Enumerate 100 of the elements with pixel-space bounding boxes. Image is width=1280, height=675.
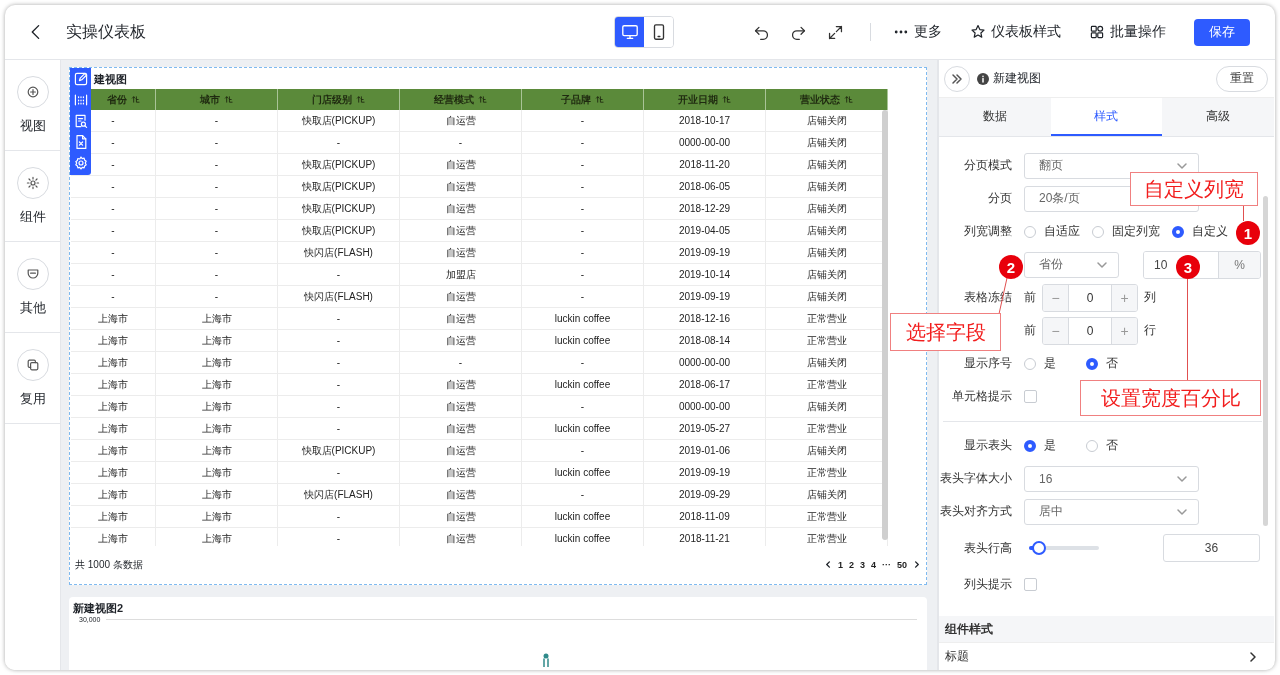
table-cell: - (522, 286, 644, 307)
table-cell: - (71, 242, 156, 263)
tab[interactable]: 样式 (1050, 98, 1163, 136)
column-header[interactable]: 城市 (156, 89, 278, 110)
table-cell: - (156, 132, 278, 153)
column-header[interactable]: 门店级别 (278, 89, 400, 110)
table-cell: 0000-00-00 (644, 352, 766, 373)
table-cell: - (156, 264, 278, 285)
field-label: 分页模式 (963, 157, 1012, 174)
table-cell: 自运营 (400, 242, 522, 263)
table-cell: 自运营 (400, 110, 522, 131)
table-cell: 快取店(PICKUP) (278, 154, 400, 175)
table-cell: 自运营 (400, 330, 522, 351)
reset-button[interactable]: 重置 (1216, 65, 1268, 92)
page-button[interactable]: 2 (848, 559, 854, 570)
table-cell: 0000-00-00 (644, 132, 766, 153)
table-cell: - (522, 264, 644, 285)
toolbar-button[interactable]: 仪表板样式 (970, 23, 1061, 41)
dropdown[interactable]: 16 (1024, 465, 1199, 492)
table-cell: 上海市 (156, 330, 278, 351)
table-cell: - (522, 198, 644, 219)
table-cell: 快闪店(FLASH) (278, 484, 400, 505)
table-cell: 2018-12-29 (644, 198, 766, 219)
column-header[interactable]: 经营模式 (400, 89, 522, 110)
table-cell: - (71, 220, 156, 241)
toolbar-button[interactable]: 更多 (893, 23, 942, 41)
table-cell: 2019-09-29 (644, 484, 766, 505)
radio-option[interactable]: 否 (1086, 437, 1118, 454)
table-cell: 2018-12-16 (644, 308, 766, 329)
table-cell: 快取店(PICKUP) (278, 110, 400, 131)
page-title: 实操仪表板 (66, 21, 146, 42)
table-cell: - (522, 484, 644, 505)
section-row[interactable]: 标题 (939, 642, 1274, 670)
radio-option[interactable]: 自定义 (1172, 223, 1228, 240)
table-cell: 自运营 (400, 528, 522, 546)
column-header[interactable]: 营业状态 (766, 89, 888, 110)
number-value: 0 (1068, 284, 1112, 311)
radio-option[interactable]: 是 (1024, 437, 1056, 454)
page-button[interactable]: 3 (859, 559, 865, 570)
table-cell: 自运营 (400, 506, 522, 527)
toolbar-button[interactable]: 批量操作 (1089, 23, 1166, 41)
table-cell: - (278, 528, 400, 546)
table-cell: 上海市 (71, 506, 156, 527)
page-button[interactable]: 50 (897, 559, 907, 570)
table-cell: - (71, 264, 156, 285)
table-cell: 自运营 (400, 418, 522, 439)
table-cell: 2018-10-17 (644, 110, 766, 131)
column-header[interactable]: 省份 (92, 89, 156, 110)
table-cell: - (71, 198, 156, 219)
save-button[interactable]: 保存 (1194, 18, 1250, 46)
radio-option[interactable]: 固定列宽 (1092, 223, 1160, 240)
dropdown[interactable]: 省份 (1024, 251, 1119, 278)
tab[interactable]: 高级 (1162, 98, 1274, 136)
table-cell: 快取店(PICKUP) (278, 440, 400, 461)
table-cell: 上海市 (71, 418, 156, 439)
radio-option[interactable]: 否 (1086, 355, 1118, 372)
table-cell: - (156, 110, 278, 131)
table-cell: 2019-09-19 (644, 286, 766, 307)
table-cell: 上海市 (156, 506, 278, 527)
radio-option[interactable]: 自适应 (1024, 223, 1080, 240)
table-cell: 上海市 (71, 462, 156, 483)
field-label: 表头行高 (963, 539, 1012, 557)
table-cell: 自运营 (400, 374, 522, 395)
page-button[interactable]: 1 (837, 559, 843, 570)
page-button[interactable]: 4 (870, 559, 876, 570)
table-cell: luckin coffee (522, 308, 644, 329)
table-cell: 2019-09-19 (644, 462, 766, 483)
number-input[interactable]: 36 (1163, 534, 1260, 562)
callout-tooltip: 设置宽度百分比 (1080, 380, 1261, 416)
table-cell: 自运营 (400, 220, 522, 241)
table-cell: 自运营 (400, 440, 522, 461)
table-cell: - (400, 352, 522, 373)
table-cell: 上海市 (156, 528, 278, 546)
table-cell: 2018-11-20 (644, 154, 766, 175)
panel-title: 新建视图 (993, 70, 1041, 87)
tab[interactable]: 数据 (939, 98, 1051, 136)
table-cell: 加盟店 (400, 264, 522, 285)
column-header[interactable]: 子品牌 (522, 89, 644, 110)
callout-tooltip: 自定义列宽 (1130, 172, 1258, 206)
step-badge: 2 (999, 255, 1023, 279)
table-cell: 上海市 (156, 484, 278, 505)
field-label: 表头字体大小 (939, 470, 1012, 487)
table-cell: 2019-01-06 (644, 440, 766, 461)
table-cell: - (522, 110, 644, 131)
page-button[interactable]: ··· (882, 559, 891, 570)
dropdown[interactable]: 居中 (1024, 498, 1199, 525)
table-cell: 上海市 (156, 396, 278, 417)
table-cell: - (71, 176, 156, 197)
table-cell: 上海市 (156, 308, 278, 329)
table-cell: 上海市 (156, 440, 278, 461)
column-header[interactable]: 开业日期 (644, 89, 766, 110)
table-cell: 上海市 (156, 374, 278, 395)
table-cell: - (522, 352, 644, 373)
table-cell: 上海市 (71, 352, 156, 373)
table-cell: - (278, 374, 400, 395)
table-cell: 上海市 (71, 308, 156, 329)
table-cell: - (522, 132, 644, 153)
dropdown[interactable]: 翻页 (1024, 152, 1199, 179)
table-cell: 上海市 (71, 484, 156, 505)
radio-option[interactable]: 是 (1024, 355, 1056, 372)
